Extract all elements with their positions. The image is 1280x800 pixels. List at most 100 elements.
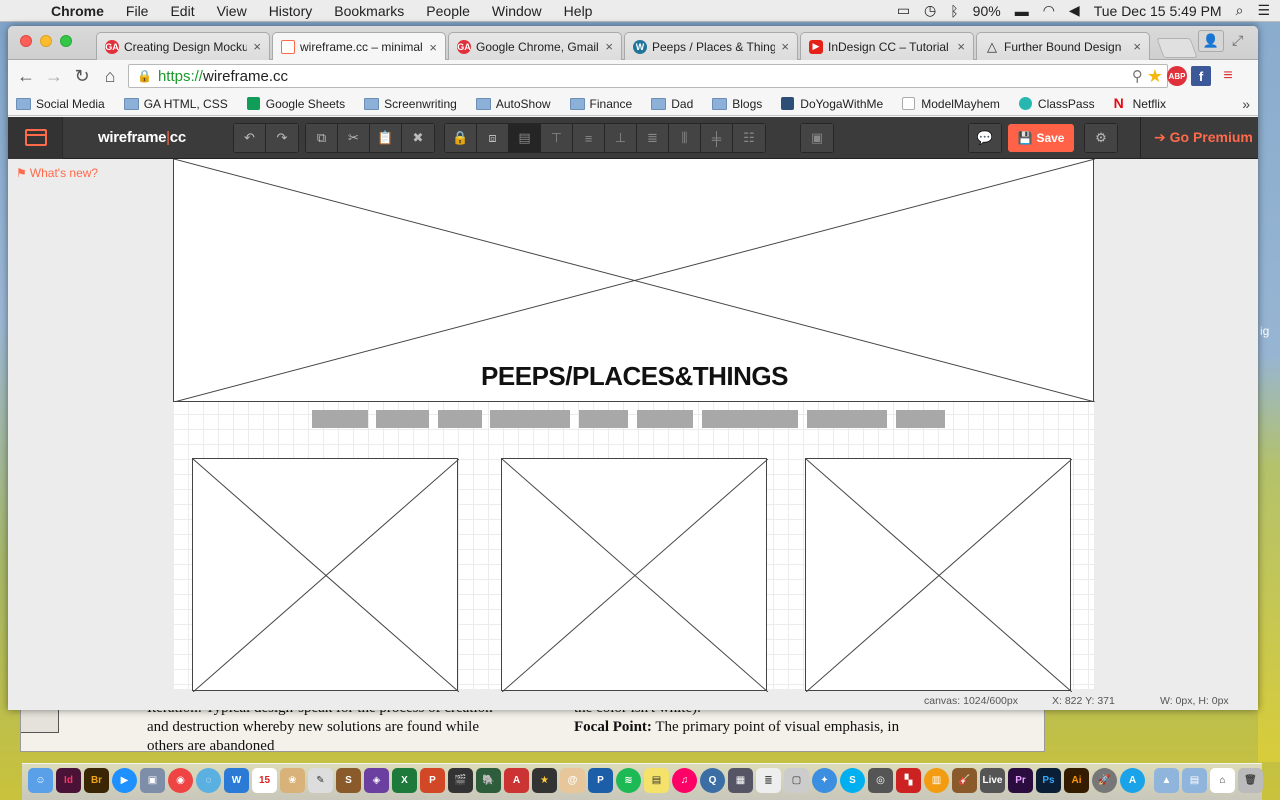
ibooks-icon[interactable]: ▥: [924, 768, 949, 793]
fullscreen-icon[interactable]: ⤢: [1232, 32, 1243, 49]
battery-percent[interactable]: 90%: [973, 3, 1001, 19]
clock[interactable]: Tue Dec 15 5:49 PM: [1094, 3, 1222, 19]
bookmark-google-sheets[interactable]: Google Sheets: [246, 97, 345, 111]
profile-icon[interactable]: 👤: [1198, 30, 1224, 52]
lock-element-icon[interactable]: 🔒: [445, 124, 477, 152]
bookmark-ga-html-css[interactable]: GA HTML, CSS: [123, 97, 228, 111]
nav-placeholder-item[interactable]: [490, 410, 570, 428]
battery-icon[interactable]: ▬: [1015, 3, 1029, 19]
safari-icon[interactable]: ✦: [812, 768, 837, 793]
skype-icon[interactable]: S: [840, 768, 865, 793]
cut-icon[interactable]: ✂: [338, 124, 370, 152]
image-placeholder-3[interactable]: [805, 458, 1072, 692]
tab-indesign-tutorial[interactable]: ▶ InDesign CC – Tutorial ×: [800, 32, 974, 60]
app-menu-button[interactable]: [8, 117, 63, 159]
nav-placeholder-item[interactable]: [896, 410, 945, 428]
airplay-icon[interactable]: ▭: [897, 2, 910, 19]
copy-icon[interactable]: ⧉: [306, 124, 338, 152]
whats-new-link[interactable]: ⚑ What's new?: [16, 166, 98, 180]
close-tab-icon[interactable]: ×: [1133, 39, 1141, 54]
bookmark-modelmayhem[interactable]: ModelMayhem: [902, 97, 1000, 111]
ableton-live-icon[interactable]: Live: [980, 768, 1005, 793]
close-tab-icon[interactable]: ×: [605, 39, 613, 54]
nav-placeholder-item[interactable]: [807, 410, 887, 428]
redo-icon[interactable]: ↷: [266, 124, 298, 152]
tab-google-chrome-gmail[interactable]: GA Google Chrome, Gmail ×: [448, 32, 622, 60]
trash-icon[interactable]: 🗑: [1238, 768, 1263, 793]
go-premium-link[interactable]: ➔ Go Premium: [1154, 129, 1253, 146]
align-middle-icon[interactable]: ⫼: [669, 124, 701, 152]
align-right-icon[interactable]: ≣: [637, 124, 669, 152]
launchpad-icon[interactable]: 🚀: [1092, 768, 1117, 793]
menu-window[interactable]: Window: [481, 3, 553, 19]
bookmark-dad[interactable]: Dad: [651, 97, 693, 111]
acrobat-icon[interactable]: A: [504, 768, 529, 793]
indesign-icon[interactable]: Id: [56, 768, 81, 793]
nav-placeholder-item[interactable]: [637, 410, 693, 428]
illustrator-icon[interactable]: Ai: [1064, 768, 1089, 793]
menu-people[interactable]: People: [415, 3, 481, 19]
app-store-icon[interactable]: A: [1120, 768, 1145, 793]
github-icon[interactable]: ◈: [364, 768, 389, 793]
arrange-icon[interactable]: ⧈: [477, 124, 509, 152]
documents-folder-icon[interactable]: ▤: [1182, 768, 1207, 793]
premiere-icon[interactable]: Pr: [1008, 768, 1033, 793]
adblock-icon[interactable]: ABP: [1167, 66, 1187, 86]
delete-icon[interactable]: ✖: [402, 124, 434, 152]
new-tab-button[interactable]: [1156, 38, 1198, 58]
photo-booth-icon[interactable]: ◎: [868, 768, 893, 793]
bookmark-screenwriting[interactable]: Screenwriting: [364, 97, 457, 111]
wifi-icon[interactable]: ◠: [1043, 2, 1055, 19]
photoshop-icon[interactable]: Ps: [1036, 768, 1061, 793]
iphoto-icon[interactable]: ▦: [728, 768, 753, 793]
powerpoint-icon[interactable]: P: [420, 768, 445, 793]
image-placeholder-2[interactable]: [501, 458, 768, 692]
chrome-menu-icon[interactable]: ≡: [1218, 66, 1238, 86]
hero-title[interactable]: PEEPS/PLACES&THINGS: [174, 361, 1095, 392]
itunes-icon[interactable]: ♫: [672, 768, 697, 793]
bridge-icon[interactable]: Br: [84, 768, 109, 793]
align-bottom-icon[interactable]: ⊥: [605, 124, 637, 152]
menu-file[interactable]: File: [115, 3, 160, 19]
bookmark-doyogawithme[interactable]: DoYogaWithMe: [781, 97, 883, 111]
word-icon[interactable]: W: [224, 768, 249, 793]
menu-help[interactable]: Help: [553, 3, 604, 19]
flipboard-icon[interactable]: ▚: [896, 768, 921, 793]
spotlight-icon[interactable]: ⌕: [1236, 2, 1244, 19]
bookmark-autoshow[interactable]: AutoShow: [475, 97, 551, 111]
chrome-icon[interactable]: ◉: [168, 768, 193, 793]
tab-peeps-places-things[interactable]: W Peeps / Places & Things ×: [624, 32, 798, 60]
textedit-icon[interactable]: ≣: [756, 768, 781, 793]
spotify-icon[interactable]: ≋: [616, 768, 641, 793]
contacts-icon[interactable]: @: [560, 768, 585, 793]
evernote-icon[interactable]: 🐘: [476, 768, 501, 793]
tab-further-bound-design[interactable]: △ Further Bound Design ×: [976, 32, 1150, 60]
hero-image-placeholder[interactable]: PEEPS/PLACES&THINGS: [173, 159, 1095, 402]
facebook-icon[interactable]: f: [1191, 66, 1211, 86]
forward-icon[interactable]: →: [40, 66, 68, 87]
nav-placeholder-item[interactable]: [376, 410, 429, 428]
script-icon[interactable]: ✎: [308, 768, 333, 793]
quicktime-icon[interactable]: Q: [700, 768, 725, 793]
paste-icon[interactable]: 📋: [370, 124, 402, 152]
calendar-icon[interactable]: 15: [252, 768, 277, 793]
nav-placeholder-item[interactable]: [579, 410, 628, 428]
photos-icon[interactable]: ❀: [280, 768, 305, 793]
facetime-icon[interactable]: ▶: [112, 768, 137, 793]
bookmark-blogs[interactable]: Blogs: [712, 97, 762, 111]
notification-center-icon[interactable]: ☰: [1257, 2, 1270, 19]
minimize-window-button[interactable]: [40, 35, 52, 47]
distribute-h-icon[interactable]: ╪: [701, 124, 733, 152]
sublime-icon[interactable]: S: [336, 768, 361, 793]
tab-wireframe-cc[interactable]: wireframe.cc – minimal ×: [272, 32, 446, 61]
comment-icon[interactable]: 💬: [969, 124, 1001, 152]
preview-icon[interactable]: ▣: [140, 768, 165, 793]
zoom-window-button[interactable]: [60, 35, 72, 47]
messages-icon[interactable]: ◌: [196, 768, 221, 793]
bluetooth-icon[interactable]: ᛒ: [950, 3, 958, 19]
save-button[interactable]: 💾 Save: [1008, 124, 1074, 152]
nav-placeholder-item[interactable]: [312, 410, 368, 428]
final-cut-icon[interactable]: 🎬: [448, 768, 473, 793]
stickies-icon[interactable]: ▤: [644, 768, 669, 793]
bookmark-classpass[interactable]: ClassPass: [1018, 97, 1095, 111]
